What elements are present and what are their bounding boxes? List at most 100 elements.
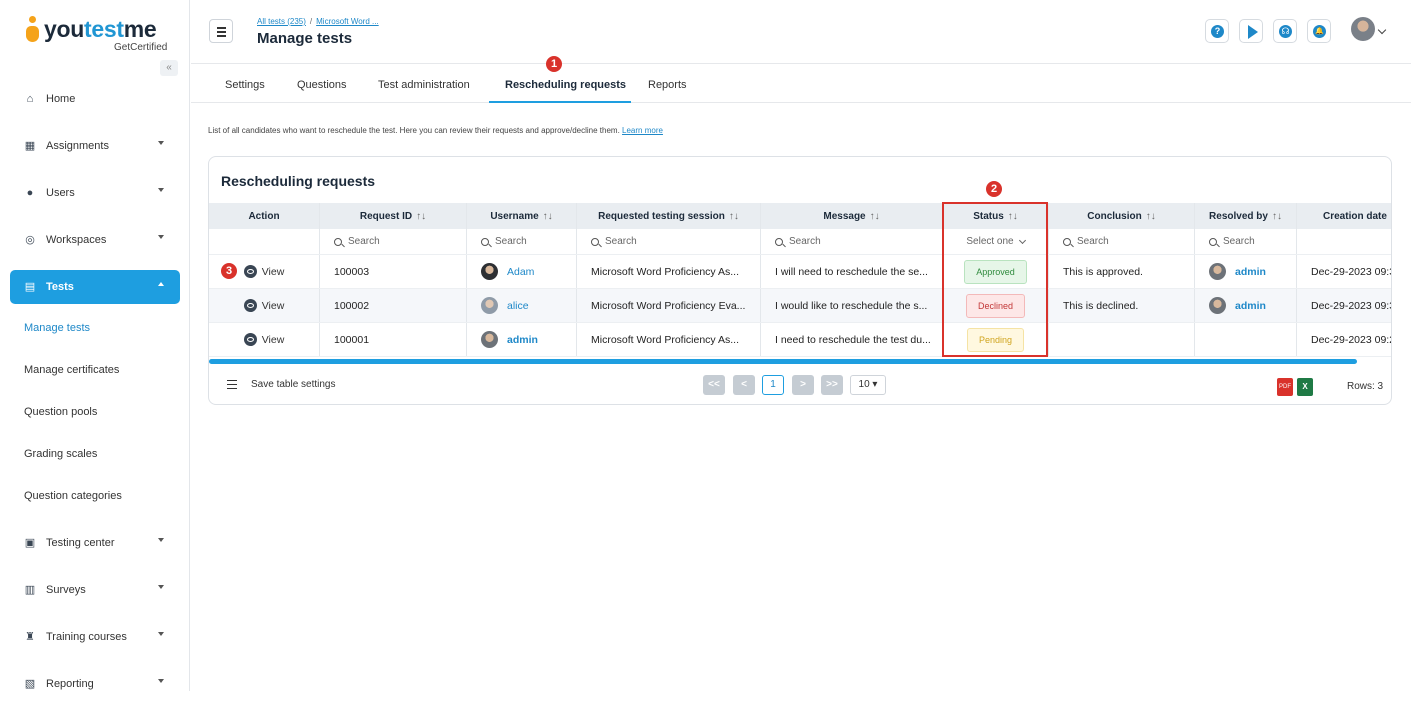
support-button[interactable]: ☊: [1273, 19, 1297, 43]
tab-test-administration[interactable]: Test administration: [378, 79, 470, 91]
eye-icon: [243, 333, 257, 346]
resolved-by-link[interactable]: admin: [1235, 300, 1266, 312]
last-page-button[interactable]: >>: [821, 375, 843, 395]
table-header-row: Action Request ID ↑↓ Username ↑↓ Requested…: [209, 203, 1391, 229]
filter-message[interactable]: Search: [761, 229, 943, 254]
column-header-message[interactable]: Message ↑↓: [761, 203, 943, 229]
logo-word-2: test: [84, 16, 124, 42]
resolved-by-link[interactable]: admin: [1235, 266, 1266, 278]
sidebar-item-home[interactable]: ⌂ Home: [10, 82, 180, 116]
learn-more-link[interactable]: Learn more: [622, 126, 663, 135]
column-header-username[interactable]: Username ↑↓: [467, 203, 577, 229]
tab-rescheduling-requests[interactable]: Rescheduling requests: [505, 79, 626, 91]
filter-resolved-by[interactable]: Search: [1195, 229, 1297, 254]
logo-tagline: GetCertified: [114, 42, 168, 53]
table-filter-row: Search Search Search Search Select one S…: [209, 229, 1391, 255]
callout-marker-3: 3: [221, 263, 237, 279]
chevron-down-icon[interactable]: [1377, 25, 1387, 35]
sidebar-item-testing-center[interactable]: ▣ Testing center: [10, 526, 180, 560]
username-link[interactable]: Adam: [507, 266, 534, 278]
notifications-button[interactable]: 🔔: [1307, 19, 1331, 43]
next-page-button[interactable]: >: [792, 375, 814, 395]
play-button[interactable]: [1239, 19, 1263, 43]
column-header-conclusion[interactable]: Conclusion ↑↓: [1049, 203, 1195, 229]
username-link[interactable]: admin: [507, 334, 538, 346]
bell-icon: 🔔: [1313, 25, 1326, 38]
sidebar-sub-grading-scales[interactable]: Grading scales: [24, 448, 97, 460]
column-header-resolved-by[interactable]: Resolved by ↑↓: [1195, 203, 1297, 229]
assignments-icon: ▦: [24, 140, 36, 152]
chevron-down-icon: [158, 632, 164, 636]
tab-reports[interactable]: Reports: [648, 79, 687, 91]
help-button[interactable]: ?: [1205, 19, 1229, 43]
tests-icon: ▤: [24, 281, 36, 293]
sort-icon: ↑↓: [869, 210, 880, 222]
tab-questions[interactable]: Questions: [297, 79, 347, 91]
sidebar-item-reporting[interactable]: ▧ Reporting: [10, 667, 180, 701]
sidebar-sub-manage-certificates[interactable]: Manage certificates: [24, 364, 119, 376]
breadcrumb-all-tests[interactable]: All tests (235): [257, 17, 306, 26]
column-header-creation-date[interactable]: Creation date: [1297, 203, 1391, 229]
breadcrumb-test-name[interactable]: Microsoft Word ...: [316, 17, 379, 26]
sidebar-item-training-courses[interactable]: ♜ Training courses: [10, 620, 180, 654]
sidebar-item-label: Workspaces: [46, 234, 107, 246]
globe-icon: ◎: [25, 234, 35, 246]
first-page-button[interactable]: <<: [703, 375, 725, 395]
view-request-button[interactable]: View: [243, 265, 284, 278]
logo-mark-icon: [26, 16, 40, 46]
prev-page-button[interactable]: <: [733, 375, 755, 395]
horizontal-scrollbar[interactable]: [209, 359, 1357, 364]
table-row: View 100001 admin Microsoft Word Profici…: [209, 323, 1392, 357]
page-size-select[interactable]: 10 ▾: [850, 375, 886, 395]
sidebar-item-tests[interactable]: ▤ Tests: [10, 270, 180, 304]
sidebar-sub-manage-tests[interactable]: Manage tests: [24, 322, 90, 334]
view-request-button[interactable]: View: [243, 333, 284, 346]
chevron-down-icon: [158, 188, 164, 192]
sidebar-item-label: Home: [46, 93, 76, 105]
filter-session[interactable]: Search: [577, 229, 761, 254]
cell-creation-date: Dec-29-2023 09:2: [1311, 333, 1392, 346]
export-pdf-icon[interactable]: PDF: [1277, 378, 1293, 396]
column-header-session[interactable]: Requested testing session ↑↓: [577, 203, 761, 229]
column-header-request-id[interactable]: Request ID ↑↓: [320, 203, 467, 229]
active-tab-indicator: [489, 101, 631, 103]
user-avatar[interactable]: [1351, 17, 1375, 41]
cell-request-id: 100003: [320, 255, 467, 288]
callout-marker-2: 2: [986, 181, 1002, 197]
sidebar: youtestme GetCertified « ⌂ Home ▦ Assignme…: [0, 0, 190, 691]
tab-settings[interactable]: Settings: [225, 79, 265, 91]
cell-creation-date: Dec-29-2023 09:3: [1311, 265, 1392, 278]
sidebar-sub-question-pools[interactable]: Question pools: [24, 406, 97, 418]
sidebar-item-assignments[interactable]: ▦ Assignments: [10, 129, 180, 163]
table-row: View 100002 alice Microsoft Word Profici…: [209, 289, 1391, 323]
rescheduling-requests-card: Rescheduling requests Action Request ID ↑…: [208, 156, 1392, 405]
sidebar-item-users[interactable]: ● Users: [10, 176, 180, 210]
sidebar-item-surveys[interactable]: ▥ Surveys: [10, 573, 180, 607]
sidebar-item-label: Testing center: [46, 537, 115, 549]
save-table-settings-button[interactable]: Save table settings: [227, 379, 336, 390]
menu-toggle-button[interactable]: [209, 19, 233, 43]
collapse-sidebar-button[interactable]: «: [160, 60, 178, 76]
report-icon: ▧: [24, 678, 36, 690]
username-link[interactable]: alice: [507, 300, 529, 312]
cell-conclusion: This is approved.: [1049, 255, 1195, 288]
sort-icon: ↑↓: [1271, 210, 1282, 222]
sidebar-sub-question-categories[interactable]: Question categories: [24, 490, 122, 502]
filter-request-id[interactable]: Search: [320, 229, 467, 254]
filter-username[interactable]: Search: [467, 229, 577, 254]
chevron-down-icon: [158, 679, 164, 683]
sidebar-item-workspaces[interactable]: ◎ Workspaces: [10, 223, 180, 257]
search-icon: [1063, 237, 1071, 246]
table-footer: Save table settings << < 1 > >> 10 ▾ PDF…: [209, 369, 1391, 404]
page-title: Manage tests: [257, 30, 353, 47]
column-header-action: Action: [209, 203, 320, 229]
page-1-button[interactable]: 1: [762, 375, 784, 395]
avatar: [481, 331, 498, 348]
survey-icon: ▥: [24, 584, 36, 596]
export-excel-icon[interactable]: X: [1297, 378, 1313, 396]
search-icon: [334, 237, 342, 246]
logo[interactable]: youtestme GetCertified: [22, 14, 172, 54]
view-request-button[interactable]: View: [243, 299, 284, 312]
cell-request-id: 100001: [320, 323, 467, 356]
filter-conclusion[interactable]: Search: [1049, 229, 1195, 254]
